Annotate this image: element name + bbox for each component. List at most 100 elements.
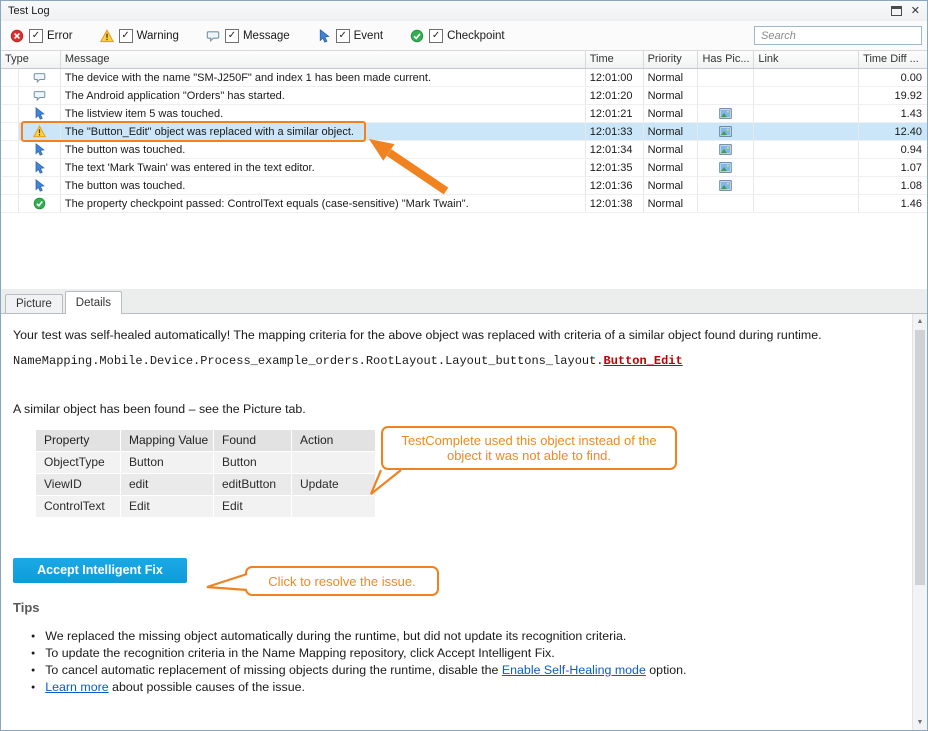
priority-cell: Normal: [644, 195, 699, 212]
checkpoint-filter-label: Checkpoint: [447, 30, 505, 42]
row-gutter: [1, 105, 19, 122]
row-gutter: [1, 141, 19, 158]
event-checkbox[interactable]: [336, 29, 350, 43]
haspicture-cell: [698, 69, 754, 86]
enable-selfhealing-link[interactable]: Enable Self-Healing mode: [502, 663, 646, 677]
filter-checkpoint: Checkpoint: [410, 29, 505, 43]
picture-icon[interactable]: [719, 162, 732, 173]
log-row[interactable]: The device with the name "SM-J250F" and …: [1, 69, 927, 87]
message-cell: The device with the name "SM-J250F" and …: [61, 69, 586, 86]
callout-click-bubble: Click to resolve the issue.: [245, 566, 439, 596]
log-row[interactable]: The button was touched. 12:01:34 Normal …: [1, 141, 927, 159]
message-icon: [33, 71, 46, 84]
mapping-cell: Button: [121, 452, 214, 474]
checkpoint-checkbox[interactable]: [429, 29, 443, 43]
message-cell: The button was touched.: [61, 177, 586, 194]
learn-more-link[interactable]: Learn more: [45, 680, 108, 694]
window-title: Test Log: [1, 5, 891, 17]
mapping-row: ControlText Edit Edit: [36, 496, 376, 518]
haspicture-cell: [698, 159, 754, 176]
callout-object-bubble: TestComplete used this object instead of…: [381, 426, 677, 470]
link-cell: [754, 141, 859, 158]
tip-text: To update the recognition criteria in th…: [45, 645, 554, 662]
time-cell: 12:01:33: [586, 123, 644, 140]
title-bar: Test Log ✕: [1, 1, 927, 22]
picture-icon[interactable]: [719, 144, 732, 155]
error-filter-label: Error: [47, 30, 73, 42]
column-header-timediff[interactable]: Time Diff ...: [859, 51, 927, 68]
log-row[interactable]: The listview item 5 was touched. 12:01:2…: [1, 105, 927, 123]
mapping-cell: Button: [214, 452, 292, 474]
link-cell: [754, 105, 859, 122]
warning-icon: [100, 29, 114, 43]
event-icon: [33, 161, 46, 174]
close-icon[interactable]: ✕: [911, 6, 920, 17]
tips-heading: Tips: [13, 600, 40, 615]
details-scrollbar[interactable]: ▲ ▼: [912, 314, 927, 730]
event-filter-label: Event: [354, 30, 383, 42]
selfheal-intro: Your test was self-healed automatically!…: [13, 328, 822, 342]
type-cell: [19, 141, 61, 158]
warning-checkbox[interactable]: [119, 29, 133, 43]
type-cell: [19, 123, 61, 140]
log-row[interactable]: The button was touched. 12:01:36 Normal …: [1, 177, 927, 195]
mapping-col-action: Action: [292, 430, 376, 452]
time-cell: 12:01:38: [586, 195, 644, 212]
message-checkbox[interactable]: [225, 29, 239, 43]
tab-picture[interactable]: Picture: [5, 294, 63, 313]
picture-icon[interactable]: [719, 108, 732, 119]
time-cell: 12:01:36: [586, 177, 644, 194]
error-checkbox[interactable]: [29, 29, 43, 43]
haspicture-cell: [698, 87, 754, 104]
log-row[interactable]: The text 'Mark Twain' was entered in the…: [1, 159, 927, 177]
type-cell: [19, 87, 61, 104]
mapping-cell: Edit: [121, 496, 214, 518]
timediff-cell: 1.08: [859, 177, 927, 194]
tip-text: Learn more about possible causes of the …: [45, 679, 305, 696]
grid-header: Type Message Time Priority Has Pic... Li…: [1, 51, 927, 69]
picture-icon[interactable]: [719, 126, 732, 137]
column-header-link[interactable]: Link: [754, 51, 859, 68]
mapping-cell: Update: [292, 474, 376, 496]
search-input[interactable]: [754, 26, 922, 45]
filter-error: Error: [10, 29, 73, 43]
mapping-cell: ObjectType: [36, 452, 121, 474]
log-row[interactable]: The Android application "Orders" has sta…: [1, 87, 927, 105]
message-cell: The "Button_Edit" object was replaced wi…: [61, 123, 586, 140]
tab-details[interactable]: Details: [65, 291, 122, 314]
mapping-path-prefix: NameMapping.Mobile.Device.Process_exampl…: [13, 354, 604, 368]
time-cell: 12:01:21: [586, 105, 644, 122]
link-cell: [754, 87, 859, 104]
scroll-down-icon[interactable]: ▼: [913, 715, 927, 730]
haspicture-cell: [698, 177, 754, 194]
mapping-path: NameMapping.Mobile.Device.Process_exampl…: [13, 354, 683, 368]
link-cell: [754, 123, 859, 140]
message-cell: The text 'Mark Twain' was entered in the…: [61, 159, 586, 176]
column-header-type[interactable]: Type: [1, 51, 61, 68]
log-row-selected[interactable]: The "Button_Edit" object was replaced wi…: [1, 123, 927, 141]
tip-text-post: option.: [646, 663, 687, 677]
column-header-message[interactable]: Message: [61, 51, 586, 68]
column-header-time[interactable]: Time: [586, 51, 644, 68]
picture-icon[interactable]: [719, 180, 732, 191]
column-header-priority[interactable]: Priority: [644, 51, 699, 68]
tab-strip: Picture Details: [1, 289, 927, 313]
log-row[interactable]: The property checkpoint passed: ControlT…: [1, 195, 927, 213]
accept-intelligent-fix-button[interactable]: Accept Intelligent Fix: [13, 558, 187, 583]
timediff-cell: 1.07: [859, 159, 927, 176]
mapping-col-found: Found: [214, 430, 292, 452]
warning-filter-label: Warning: [137, 30, 179, 42]
scroll-thumb[interactable]: [915, 330, 925, 585]
column-header-haspicture[interactable]: Has Pic...: [698, 51, 754, 68]
mapping-table-header: Property Mapping Value Found Action: [36, 430, 376, 452]
tip-item: ● Learn more about possible causes of th…: [31, 679, 687, 696]
checkpoint-icon: [33, 197, 46, 210]
bullet-icon: ●: [31, 679, 35, 696]
tip-item: ● We replaced the missing object automat…: [31, 628, 687, 645]
type-cell: [19, 195, 61, 212]
message-icon: [33, 89, 46, 102]
message-icon: [206, 29, 220, 43]
scroll-up-icon[interactable]: ▲: [913, 314, 927, 329]
filter-toolbar: Error Warning Message Event Checkpoint: [1, 21, 927, 51]
dock-window-icon[interactable]: [891, 6, 902, 16]
